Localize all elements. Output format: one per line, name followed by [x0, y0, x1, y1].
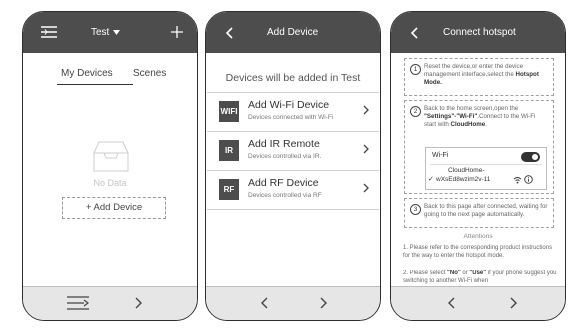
checkmark-icon: ✓ — [428, 176, 434, 183]
home-header: Test — [23, 12, 197, 53]
menu-icon[interactable] — [41, 26, 57, 38]
add-device-subtitle: Devices will be added in Test — [225, 72, 361, 84]
hotspot-header: Connect hotspot — [391, 12, 565, 53]
step-text: Reset the device,or enter the device man… — [424, 63, 539, 86]
step-1: 1 Reset the device,or enter the device m… — [404, 58, 554, 96]
empty-state-text: No Data — [93, 178, 127, 188]
step-3: 3 Back to this page after connected, wai… — [404, 198, 554, 228]
caret-down-icon[interactable] — [113, 30, 120, 35]
add-device-screen: Add Device Devices will be added in Test… — [205, 11, 381, 321]
page-title: Add Device — [267, 27, 319, 38]
home-footer — [23, 286, 197, 320]
add-device-button[interactable]: + Add Device — [62, 197, 166, 219]
back-icon[interactable] — [448, 297, 455, 309]
option-wifi[interactable]: WIFI Add Wi-Fi Device Devices connected … — [207, 92, 379, 131]
wifi-toggle[interactable] — [521, 152, 540, 162]
option-rf[interactable]: RF Add RF Device Devices controlled via … — [207, 170, 379, 210]
step-text: Back to the home screen,open the "Settin… — [424, 105, 536, 128]
wifi-signal-icon — [513, 177, 522, 184]
back-icon[interactable] — [411, 27, 418, 39]
active-tab-indicator — [57, 84, 133, 85]
tab-scenes[interactable]: Scenes — [133, 68, 166, 79]
attention-note-1: 1. Please refer to the corresponding pro… — [403, 245, 553, 259]
info-icon[interactable] — [524, 175, 533, 184]
forward-icon[interactable] — [320, 297, 327, 309]
hotspot-footer — [391, 286, 565, 320]
option-subtitle: Devices connected with Wi-Fi — [248, 114, 334, 121]
back-icon[interactable] — [226, 27, 233, 39]
tab-my-devices[interactable]: My Devices — [61, 68, 113, 79]
home-screen: Test My Devices Scenes No Data + Add Dev… — [22, 11, 198, 321]
add-icon[interactable] — [171, 26, 183, 38]
chevron-right-icon — [363, 144, 369, 154]
ir-badge: IR — [219, 140, 239, 161]
step-number: 3 — [410, 204, 421, 215]
attentions-title: Attentions — [463, 233, 493, 240]
step-number: 2 — [410, 106, 421, 117]
forward-icon[interactable] — [510, 297, 517, 309]
chevron-right-icon — [363, 183, 369, 193]
option-title: Add Wi-Fi Device — [248, 99, 330, 111]
page-title: Connect hotspot — [443, 27, 516, 38]
step-number: 1 — [410, 64, 421, 75]
option-title: Add IR Remote — [248, 138, 320, 150]
connect-hotspot-screen: Connect hotspot 1 Reset the device,or en… — [390, 11, 566, 321]
chevron-right-icon — [363, 105, 369, 115]
step-2: 2 Back to the home screen,open the "Sett… — [404, 100, 554, 194]
network-prefix: CloudHome- — [448, 167, 485, 174]
option-ir[interactable]: IR Add IR Remote Devices controlled via … — [207, 131, 379, 170]
toggle-knob — [531, 153, 539, 161]
option-subtitle: Devices controlled via RF — [248, 192, 322, 199]
add-device-header: Add Device — [206, 12, 380, 53]
wifi-badge: WIFI — [219, 101, 239, 122]
network-name[interactable]: wXsEd8wzim2v-11 — [436, 176, 490, 183]
add-device-footer — [206, 286, 380, 320]
attention-note-2: 2. Please select "No" or "Use" if your p… — [403, 270, 557, 284]
rf-badge: RF — [219, 179, 239, 200]
home-title[interactable]: Test — [91, 12, 109, 53]
back-icon[interactable] — [261, 297, 268, 309]
option-title: Add RF Device — [248, 177, 319, 189]
wifi-divider — [430, 164, 542, 165]
step-text: Back to this page after connected, waiti… — [424, 203, 548, 218]
empty-tray-icon — [93, 141, 129, 172]
collapse-menu-icon[interactable] — [67, 296, 89, 310]
wifi-settings-preview: Wi-Fi CloudHome- ✓ wXsEd8wzim2v-11 — [425, 147, 547, 190]
option-subtitle: Devices controlled via IR. — [248, 153, 322, 160]
forward-icon[interactable] — [135, 297, 142, 309]
wifi-label: Wi-Fi — [432, 152, 449, 159]
